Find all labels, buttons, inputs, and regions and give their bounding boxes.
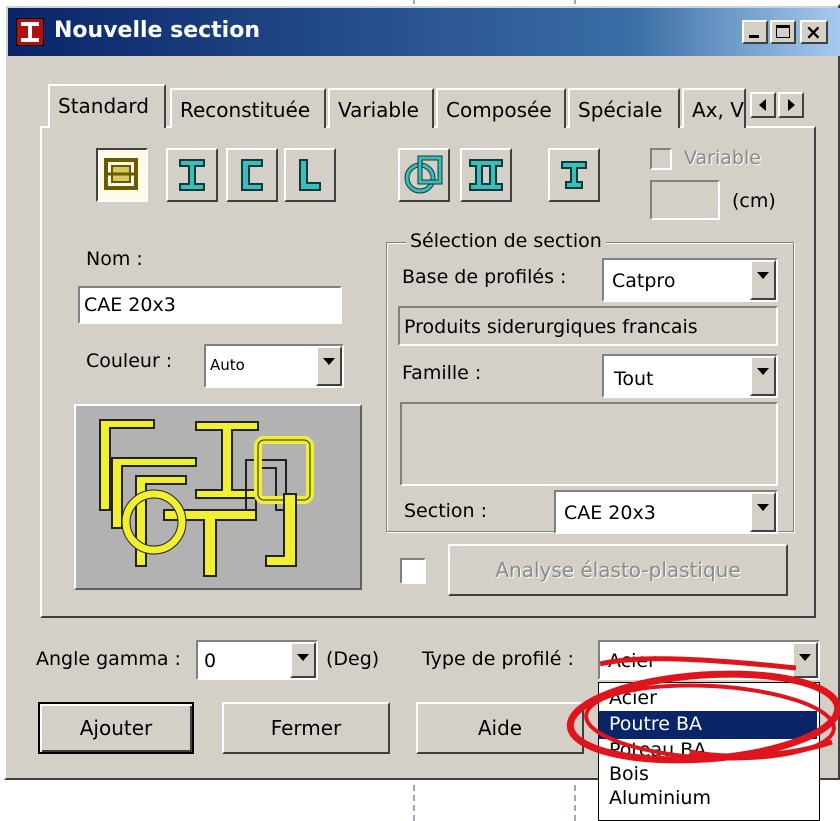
arrow-right-icon xyxy=(788,99,795,111)
section-value: CAE 20x3 xyxy=(564,502,656,524)
tab-ax-v[interactable]: Ax, V xyxy=(682,88,746,128)
color-dropdown[interactable]: Auto xyxy=(204,344,344,388)
profile-type-list: Acier Poutre BA Poteau BA Bois Aluminium xyxy=(598,682,820,821)
i-beam-icon xyxy=(179,159,205,191)
family-dropdown[interactable]: Tout xyxy=(602,354,778,398)
base-description-text: Produits siderurgiques francais xyxy=(404,316,698,338)
base-description: Produits siderurgiques francais xyxy=(398,306,778,346)
maximize-icon xyxy=(776,25,790,38)
analysis-checkbox[interactable] xyxy=(400,558,426,584)
arrow-left-icon xyxy=(759,99,766,111)
variable-label: Variable xyxy=(684,147,761,169)
chevron-down-icon[interactable] xyxy=(750,260,776,300)
tee-section-icon xyxy=(561,161,587,189)
maximize-button[interactable] xyxy=(770,20,796,44)
color-label: Couleur : xyxy=(86,350,173,372)
composite-section-button[interactable] xyxy=(96,148,148,202)
close-icon: × xyxy=(805,20,822,44)
chevron-down-icon[interactable] xyxy=(750,492,776,532)
base-value: Catpro xyxy=(612,270,676,292)
profile-option-poteau-ba[interactable]: Poteau BA xyxy=(599,739,817,761)
angle-section-icon xyxy=(299,159,321,191)
add-button-label: Ajouter xyxy=(79,716,153,740)
app-icon xyxy=(16,18,44,46)
name-value: CAE 20x3 xyxy=(84,294,176,316)
help-button[interactable]: Aide xyxy=(416,702,584,754)
variable-checkbox[interactable] xyxy=(650,148,672,170)
tab-composee[interactable]: Composée xyxy=(436,88,566,128)
analysis-button[interactable]: Analyse élasto-plastique xyxy=(448,544,788,596)
family-list[interactable] xyxy=(400,402,778,486)
title-bar: Nouvelle section × xyxy=(8,8,840,56)
base-dropdown[interactable]: Catpro xyxy=(602,258,778,302)
section-dropdown[interactable]: CAE 20x3 xyxy=(554,490,778,534)
tee-section-button[interactable] xyxy=(548,148,600,202)
chevron-down-icon[interactable] xyxy=(316,346,342,386)
channel-section-button[interactable] xyxy=(226,148,278,202)
profile-type-value: Acier xyxy=(608,650,656,672)
angle-section-button[interactable] xyxy=(284,148,336,202)
unit-label: (cm) xyxy=(732,190,776,212)
selection-group-title: Sélection de section xyxy=(406,230,606,252)
profile-option-bois[interactable]: Bois xyxy=(599,763,817,785)
chevron-down-icon[interactable] xyxy=(750,356,776,396)
double-i-icon xyxy=(469,159,503,191)
tab-reconstituee[interactable]: Reconstituée xyxy=(170,88,326,128)
tube-section-button[interactable] xyxy=(398,148,450,202)
profile-type-dropdown[interactable]: Acier xyxy=(598,640,820,680)
double-i-button[interactable] xyxy=(460,148,512,202)
tab-scroll-left-button[interactable] xyxy=(750,92,776,118)
angle-label: Angle gamma : xyxy=(36,648,181,670)
profile-option-acier[interactable]: Acier xyxy=(599,687,817,709)
composite-section-icon xyxy=(104,158,138,190)
angle-dropdown[interactable]: 0 xyxy=(196,640,318,680)
analysis-button-label: Analyse élasto-plastique xyxy=(495,558,741,582)
variable-size-field[interactable] xyxy=(650,180,720,220)
tab-variable[interactable]: Variable xyxy=(328,88,434,128)
minimize-icon xyxy=(749,35,759,38)
window-title: Nouvelle section xyxy=(54,18,261,43)
profile-option-poutre-ba[interactable]: Poutre BA xyxy=(599,711,817,739)
i-beam-button[interactable] xyxy=(166,148,218,202)
help-button-label: Aide xyxy=(477,716,523,740)
family-label: Famille : xyxy=(402,362,482,384)
section-preview-icon xyxy=(99,419,314,577)
name-field[interactable]: CAE 20x3 xyxy=(78,286,342,324)
chevron-down-icon[interactable] xyxy=(792,642,818,678)
profile-type-label: Type de profilé : xyxy=(422,648,574,670)
profile-option-aluminium[interactable]: Aluminium xyxy=(599,787,817,809)
section-preview xyxy=(74,404,362,590)
family-value: Tout xyxy=(614,368,654,390)
channel-section-icon xyxy=(241,159,263,191)
angle-value: 0 xyxy=(204,650,217,672)
section-label: Section : xyxy=(404,500,488,522)
color-value: Auto xyxy=(210,356,245,374)
close-dialog-button[interactable]: Fermer xyxy=(222,702,390,754)
tube-section-icon xyxy=(404,155,443,194)
name-label: Nom : xyxy=(86,248,143,270)
tab-standard[interactable]: Standard xyxy=(48,84,166,128)
add-button[interactable]: Ajouter xyxy=(38,702,194,754)
tab-scroll-right-button[interactable] xyxy=(778,92,804,118)
close-dialog-button-label: Fermer xyxy=(270,716,342,740)
minimize-button[interactable] xyxy=(742,20,768,44)
angle-unit: (Deg) xyxy=(326,648,380,670)
tab-speciale[interactable]: Spéciale xyxy=(568,88,680,128)
chevron-down-icon[interactable] xyxy=(290,642,316,678)
close-button[interactable]: × xyxy=(800,20,828,44)
base-label: Base de profilés : xyxy=(402,266,567,288)
